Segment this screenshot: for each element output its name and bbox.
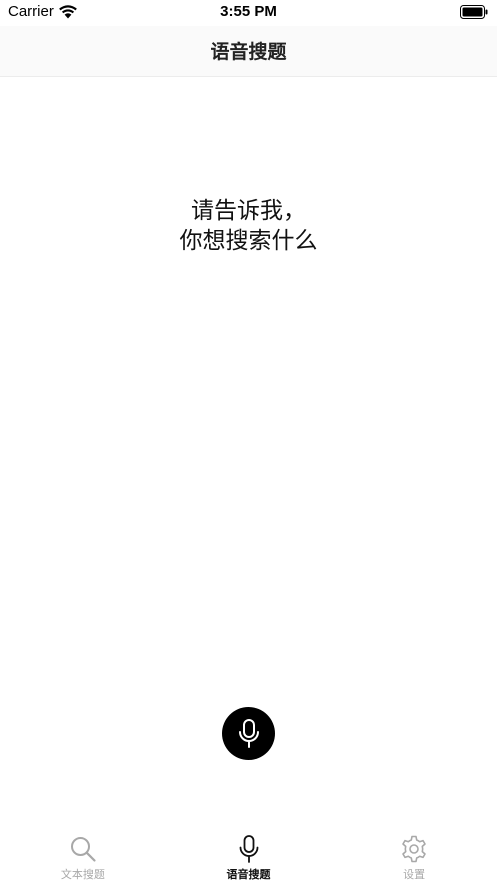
tab-label: 文本搜题: [60, 868, 105, 881]
page-title: 语音搜题: [210, 41, 287, 63]
status-time: 3:55 PM: [220, 3, 277, 20]
status-bar: Carrier 3:55 PM: [0, 0, 497, 26]
voice-prompt: 请告诉我， 你想搜索什么: [0, 196, 497, 256]
navigation-bar: 语音搜题: [0, 26, 497, 77]
microphone-icon: [238, 718, 259, 748]
tab-settings[interactable]: 设置: [331, 826, 497, 883]
tab-voice-search[interactable]: 语音搜题: [166, 826, 332, 883]
tab-bar: 文本搜题 语音搜题 设置: [0, 826, 497, 883]
battery-icon: [460, 5, 488, 19]
tab-text-search[interactable]: 文本搜题: [0, 826, 166, 883]
prompt-line-2: 你想搜索什么: [179, 228, 318, 254]
tab-label: 设置: [403, 868, 426, 881]
record-voice-button[interactable]: [222, 707, 275, 760]
microphone-icon: [239, 835, 258, 863]
gear-icon: [402, 835, 426, 863]
prompt-line-1: 请告诉我，: [191, 198, 306, 224]
search-icon: [70, 837, 96, 862]
tab-label: 语音搜题: [226, 868, 271, 881]
